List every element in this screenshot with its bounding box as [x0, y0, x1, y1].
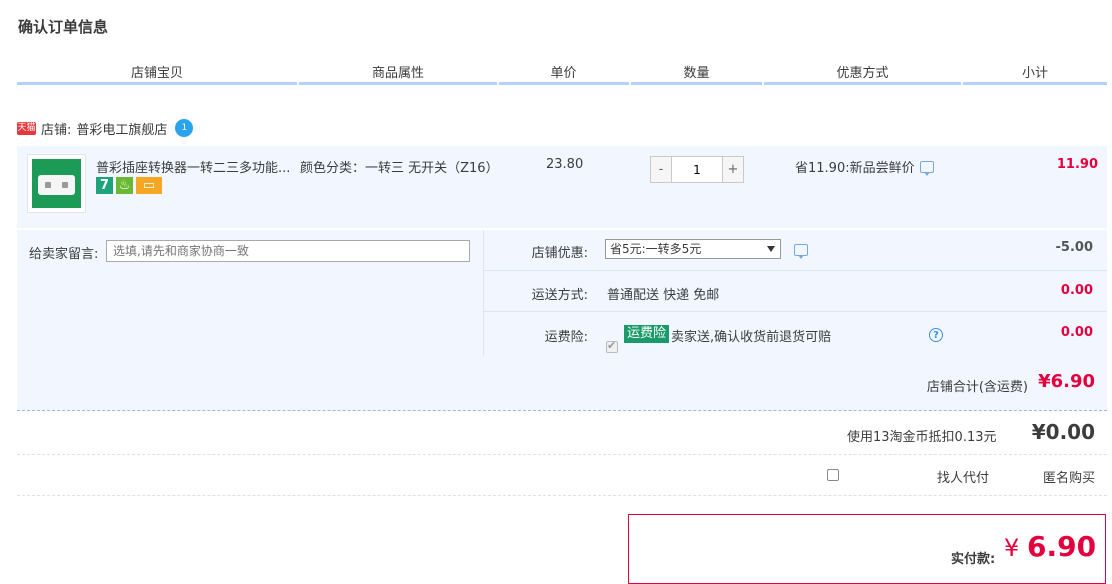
- payment-total: 6.90: [1027, 530, 1097, 563]
- divider: [17, 454, 1107, 456]
- insurance-checkbox[interactable]: [606, 339, 618, 353]
- shop-discount-select[interactable]: 省5元:一转多5元: [605, 239, 781, 259]
- payment-currency: ¥: [1004, 534, 1020, 562]
- insurance-description: 卖家送,确认收货前退货可赔: [671, 330, 832, 345]
- taobao-coin-label[interactable]: 使用13淘金币抵扣0.13元: [847, 426, 997, 445]
- payment-label: 实付款:: [951, 552, 996, 567]
- shop-total-value: ¥6.90: [1038, 371, 1095, 392]
- plug-image: [38, 175, 75, 195]
- seller-message-input[interactable]: [106, 240, 470, 262]
- column-header-attributes: 商品属性: [371, 66, 424, 81]
- anonymous-purchase-label[interactable]: 匿名购买: [1043, 467, 1095, 486]
- taobao-coin-checkbox[interactable]: [827, 469, 839, 481]
- insurance-badge: 运费险: [624, 325, 670, 343]
- quantity-decrease-button[interactable]: -: [650, 156, 672, 183]
- divider: [17, 495, 1107, 497]
- shop-discount-selected: 省5元:一转多5元: [610, 242, 702, 256]
- shipping-label: 运送方式:: [531, 288, 588, 303]
- tmall-icon: 天猫: [17, 121, 36, 135]
- discount-text: 省11.90:新品尝鲜价: [795, 161, 915, 176]
- seven-day-return-icon[interactable]: 7: [96, 177, 113, 194]
- header-underline: [764, 82, 961, 85]
- dropdown-arrow-icon: [767, 246, 775, 252]
- header-underline: [963, 82, 1107, 85]
- credit-card-icon[interactable]: ▭: [136, 177, 162, 194]
- divider: [484, 270, 1107, 271]
- shipping-amount: 0.00: [1060, 283, 1093, 298]
- message-label: 给卖家留言:: [29, 247, 99, 262]
- chat-icon[interactable]: 1: [175, 119, 194, 137]
- column-header-unit-price: 单价: [550, 66, 577, 81]
- shipping-method: 普通配送 快递 免邮: [607, 288, 720, 303]
- help-icon[interactable]: ?: [929, 328, 943, 342]
- shop-label: 店铺:: [41, 122, 72, 138]
- item-discount: 省11.90:新品尝鲜价: [795, 157, 934, 176]
- insurance-amount: 0.00: [1060, 325, 1093, 340]
- column-header-shop-item: 店铺宝贝: [130, 66, 183, 81]
- page-title: 确认订单信息: [18, 18, 109, 36]
- insurance-label: 运费险:: [544, 330, 588, 345]
- column-header-quantity: 数量: [683, 66, 710, 81]
- header-underline: [631, 82, 762, 85]
- shop-name-link[interactable]: 普彩电工旗舰店: [76, 119, 167, 138]
- shop-discount-amount: -5.00: [1055, 240, 1093, 255]
- quantity-stepper: - +: [650, 156, 744, 183]
- unit-price: 23.80: [546, 157, 584, 172]
- quantity-input[interactable]: [672, 156, 722, 183]
- header-underline: [499, 82, 629, 85]
- proxy-pay-label[interactable]: 找人代付: [937, 467, 989, 486]
- shop-total-label: 店铺合计(含运费): [926, 380, 1028, 395]
- header-underline: [17, 82, 297, 85]
- comment-icon[interactable]: [794, 244, 808, 259]
- quantity-increase-button[interactable]: +: [722, 156, 744, 183]
- service-icons: 7 ♨ ▭: [96, 177, 162, 194]
- item-subtotal: 11.90: [1056, 157, 1098, 172]
- product-attributes: 颜色分类：一转三 无开关（Z16）: [300, 161, 499, 176]
- header-underline: [299, 82, 497, 85]
- product-thumbnail[interactable]: [27, 154, 86, 213]
- divider: [484, 311, 1107, 312]
- comment-icon[interactable]: [919, 160, 934, 176]
- taobao-coin-value: ¥0.00: [1031, 420, 1095, 444]
- divider: [483, 230, 484, 356]
- product-title-link[interactable]: 普彩插座转换器一转二三多功能...: [96, 157, 290, 176]
- guarantee-icon[interactable]: ♨: [116, 177, 133, 194]
- shop-discount-label: 店铺优惠:: [531, 246, 588, 261]
- column-header-subtotal: 小计: [1021, 66, 1048, 81]
- shop-row: 天猫 店铺: 普彩电工旗舰店 1: [17, 118, 194, 138]
- column-header-discount: 优惠方式: [836, 66, 889, 81]
